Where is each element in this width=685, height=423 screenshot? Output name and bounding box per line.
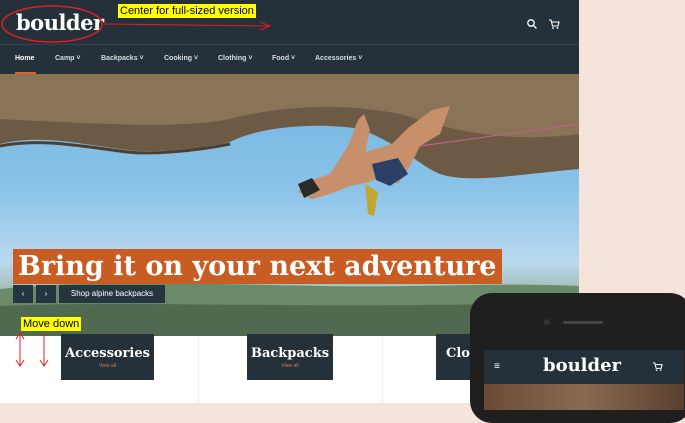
phone-speaker: [563, 321, 603, 324]
arrow-line: [103, 23, 269, 27]
mobile-brand-logo[interactable]: boulder: [543, 355, 621, 376]
mobile-hero-image: [484, 384, 684, 410]
hamburger-menu-icon[interactable]: ≡: [494, 361, 500, 372]
cart-icon[interactable]: [652, 361, 663, 372]
annotation-move-down-note: Move down: [21, 317, 82, 331]
phone-camera: [544, 319, 550, 325]
logo-highlight-circle: [1, 5, 103, 43]
mobile-screen: ≡ boulder: [484, 350, 684, 410]
annotation-center-note: Center for full-sized version: [118, 4, 256, 18]
